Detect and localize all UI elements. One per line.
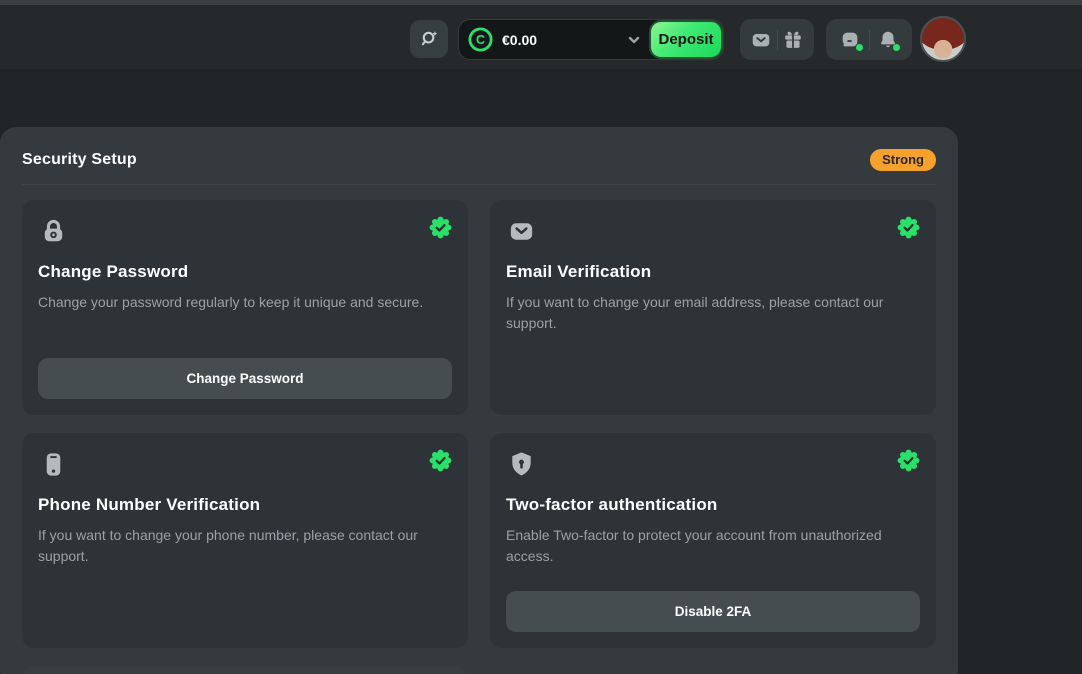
card-title: Phone Number Verification xyxy=(38,495,452,515)
deposit-button[interactable]: Deposit xyxy=(651,22,721,57)
card-description: If you want to change your email address… xyxy=(506,292,920,334)
header-divider xyxy=(22,184,936,185)
search-button[interactable] xyxy=(410,20,448,58)
wallet-balance: €0.00 xyxy=(502,32,537,48)
top-navbar: C €0.00 Deposit xyxy=(0,0,1082,69)
disable-2fa-button[interactable]: Disable 2FA xyxy=(506,591,920,632)
mail-icon xyxy=(750,29,772,51)
card-email-verification: Email Verification If you want to change… xyxy=(490,200,936,415)
mail-gift-group xyxy=(740,19,814,60)
chat-notification-dot xyxy=(856,44,863,51)
svg-text:C: C xyxy=(476,33,485,47)
card-title: Email Verification xyxy=(506,262,920,282)
card-change-password: Change Password Change your password reg… xyxy=(22,200,468,415)
card-title: Change Password xyxy=(38,262,452,282)
change-password-button[interactable]: Change Password xyxy=(38,358,452,399)
search-sparkle-icon xyxy=(418,28,440,50)
security-setup-panel: Security Setup Strong xyxy=(0,127,958,674)
card-description: If you want to change your phone number,… xyxy=(38,525,452,567)
panel-header: Security Setup Strong xyxy=(22,127,936,184)
card-description: Enable Two-factor to protect your accoun… xyxy=(506,525,920,567)
security-cards-grid: Change Password Change your password reg… xyxy=(22,200,936,674)
card-title: Two-factor authentication xyxy=(506,495,920,515)
verified-check-icon xyxy=(429,216,452,244)
card-description: Change your password regularly to keep i… xyxy=(38,292,452,313)
chat-button[interactable] xyxy=(832,19,869,60)
page-title: Security Setup xyxy=(22,151,137,169)
envelope-icon xyxy=(506,216,920,247)
chevron-down-icon xyxy=(627,33,641,47)
lock-icon xyxy=(38,216,452,247)
verified-check-icon xyxy=(429,449,452,477)
verified-check-icon xyxy=(897,216,920,244)
bell-notification-dot xyxy=(893,44,900,51)
mail-button[interactable] xyxy=(746,19,777,60)
user-avatar[interactable] xyxy=(920,16,966,62)
wallet-balance-select[interactable]: C €0.00 Deposit xyxy=(458,19,724,60)
chat-bell-group xyxy=(826,19,912,60)
password-strength-badge: Strong xyxy=(870,149,936,171)
verified-check-icon xyxy=(897,449,920,477)
notifications-button[interactable] xyxy=(870,19,907,60)
card-phone-verification: Phone Number Verification If you want to… xyxy=(22,433,468,648)
card-two-factor: Two-factor authentication Enable Two-fac… xyxy=(490,433,936,648)
coin-icon: C xyxy=(468,27,493,52)
gift-button[interactable] xyxy=(778,19,809,60)
card-partial-next-row xyxy=(22,666,468,674)
shield-keyhole-icon xyxy=(506,449,920,480)
gift-icon xyxy=(782,29,804,51)
phone-icon xyxy=(38,449,452,480)
